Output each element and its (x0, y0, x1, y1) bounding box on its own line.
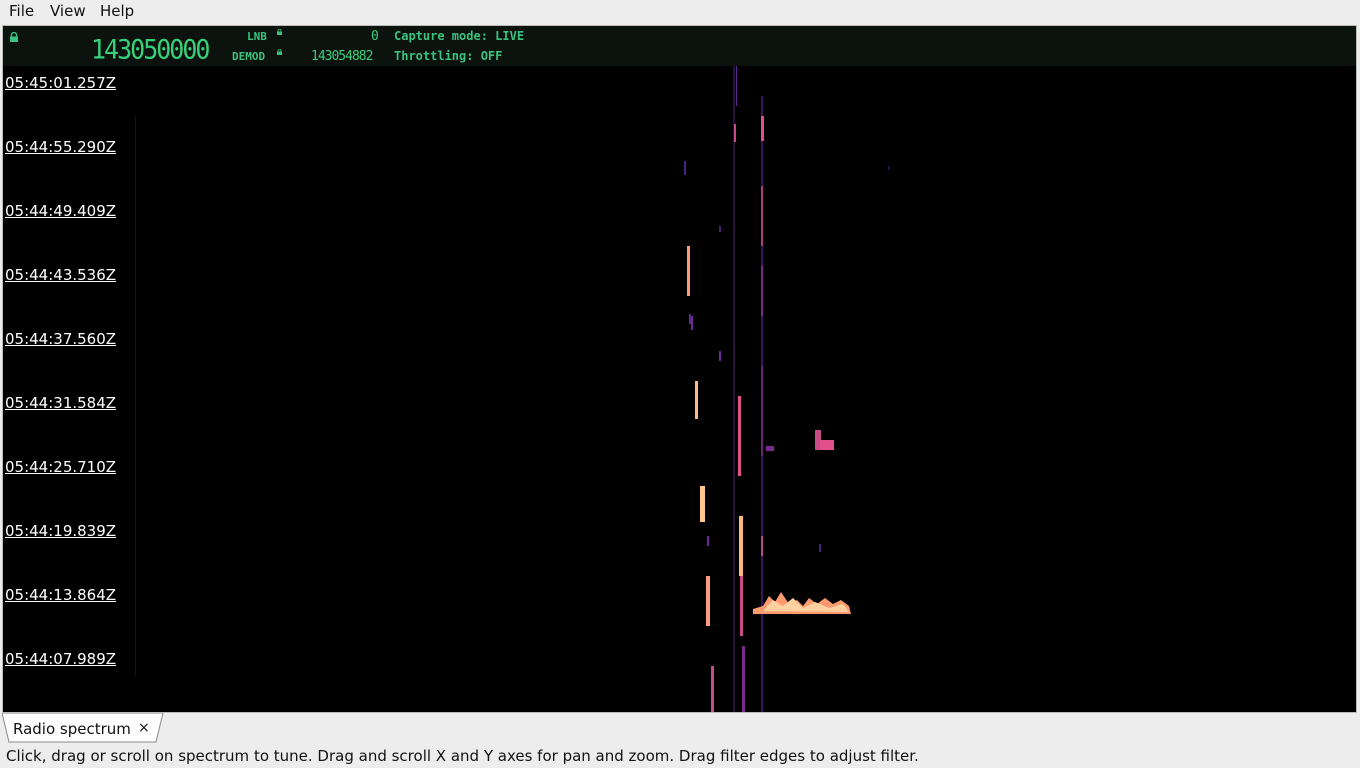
waterfall-display[interactable] (3, 66, 1357, 712)
carrier-burst (742, 646, 745, 712)
carrier-burst (738, 396, 741, 476)
time-tick-label: 05:44:07.989Z (5, 650, 117, 668)
drift-signal-segment (711, 666, 714, 712)
noise-speck (707, 536, 709, 546)
carrier-burst (740, 576, 743, 636)
time-tick-label: 05:45:01.257Z (5, 74, 117, 92)
drift-signal-segment (691, 316, 693, 330)
main-frequency-display[interactable]: 143050000 (91, 34, 210, 64)
time-tick-label: 05:44:43.536Z (5, 266, 117, 284)
carrier-burst (761, 536, 763, 556)
time-tick-label: 05:44:49.409Z (5, 202, 117, 220)
noise-speck (719, 226, 721, 232)
time-tick-label: 05:44:37.560Z (5, 330, 117, 348)
capture-mode-status: Capture mode: LIVE (394, 29, 525, 43)
close-icon[interactable]: × (138, 720, 150, 736)
carrier-burst (761, 186, 763, 246)
noise-speck (719, 351, 721, 361)
tab-label: Radio spectrum (13, 720, 131, 738)
time-tick-label: 05:44:55.290Z (5, 138, 117, 156)
burst-signal (820, 440, 834, 450)
carrier-burst (761, 266, 763, 316)
status-bar-text: Click, drag or scroll on spectrum to tun… (6, 747, 919, 765)
time-tick-label: 05:44:31.584Z (5, 394, 117, 412)
demod-frequency[interactable]: 143054882 (311, 49, 373, 64)
drift-signal-segment (687, 246, 690, 296)
drift-signal-segment (706, 576, 710, 626)
carrier-fragment (736, 66, 737, 106)
demod-label: DEMOD (232, 50, 266, 63)
tab-radio-spectrum[interactable]: Radio spectrum × (2, 713, 164, 743)
drift-signal-segment (695, 381, 698, 419)
lnb-frequency[interactable]: 0 (371, 29, 379, 44)
demod-lock-icon[interactable] (277, 49, 282, 55)
lnb-label: LNB (247, 30, 267, 43)
carrier-burst (761, 366, 763, 456)
noise-speck (888, 166, 890, 170)
carrier-burst (761, 116, 764, 141)
menu-bar: File View Help (0, 0, 1360, 22)
time-tick-label: 05:44:13.864Z (5, 586, 117, 604)
noise-speck (819, 544, 821, 552)
time-tick-label: 05:44:25.710Z (5, 458, 117, 476)
lnb-lock-icon[interactable] (277, 29, 282, 35)
frequency-header: 143050000 LNB 0 DEMOD 143054882 Capture … (3, 26, 1356, 66)
time-axis[interactable]: 05:45:01.257Z 05:44:55.290Z 05:44:49.409… (3, 66, 133, 712)
tab-bar: Radio spectrum × (0, 713, 1360, 743)
menu-file[interactable]: File (9, 2, 34, 20)
time-tick-label: 05:44:19.839Z (5, 522, 117, 540)
throttling-status: Throttling: OFF (394, 49, 503, 63)
noise-speck (689, 314, 691, 324)
burst-signal (766, 446, 774, 451)
drift-signal-segment (684, 161, 686, 175)
carrier-burst (734, 124, 736, 142)
carrier-trace-1 (733, 66, 735, 712)
lock-icon[interactable] (9, 32, 19, 42)
noise-trace (135, 116, 136, 676)
spectrum-panel: 143050000 LNB 0 DEMOD 143054882 Capture … (2, 25, 1357, 713)
menu-view[interactable]: View (50, 2, 86, 20)
carrier-burst (739, 516, 743, 576)
drift-signal-segment (700, 486, 705, 522)
menu-help[interactable]: Help (100, 2, 134, 20)
